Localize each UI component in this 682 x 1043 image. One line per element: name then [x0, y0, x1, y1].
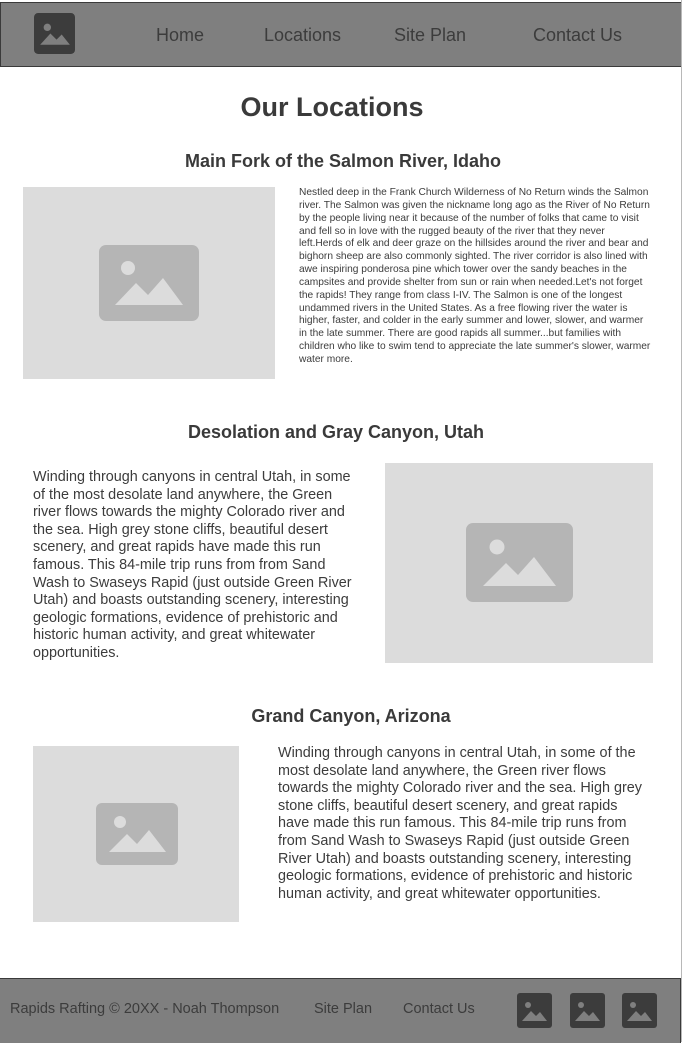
- footer-site-plan-link[interactable]: Site Plan: [314, 1001, 372, 1017]
- grand-canyon-image: [33, 746, 239, 922]
- footer-contact-us-link[interactable]: Contact Us: [403, 1001, 475, 1017]
- nav-contact-us-link[interactable]: Contact Us: [533, 25, 622, 46]
- image-placeholder-icon: [96, 803, 178, 865]
- section-title-grand-canyon: Grand Canyon, Arizona: [251, 706, 451, 726]
- logo-image-icon[interactable]: [34, 13, 75, 54]
- nav-locations-link[interactable]: Locations: [264, 25, 341, 46]
- grand-canyon-description: Winding through canyons in central Utah,…: [278, 745, 642, 902]
- site-footer: Rapids Rafting © 20XX - Noah Thompson Si…: [0, 978, 681, 1043]
- site-header: Home Locations Site Plan Contact Us: [0, 2, 682, 67]
- nav-site-plan-link[interactable]: Site Plan: [394, 25, 466, 46]
- social-image-icon[interactable]: [517, 993, 552, 1028]
- section-title-desolation-canyon: Desolation and Gray Canyon, Utah: [187, 422, 485, 442]
- image-placeholder-icon: [99, 245, 199, 321]
- footer-copyright: Rapids Rafting © 20XX - Noah Thompson: [10, 1001, 280, 1017]
- social-image-icon[interactable]: [570, 993, 605, 1028]
- desolation-canyon-description: Winding through canyons in central Utah,…: [33, 469, 352, 661]
- section-title-salmon-river: Main Fork of the Salmon River, Idaho: [184, 151, 502, 171]
- salmon-river-description: Nestled deep in the Frank Church Wildern…: [299, 187, 651, 365]
- social-image-icon[interactable]: [622, 993, 657, 1028]
- nav-home-link[interactable]: Home: [156, 25, 204, 46]
- desolation-canyon-image: [385, 463, 653, 663]
- salmon-river-image: [23, 187, 275, 379]
- image-placeholder-icon: [466, 523, 573, 602]
- page-title: Our Locations: [240, 92, 424, 122]
